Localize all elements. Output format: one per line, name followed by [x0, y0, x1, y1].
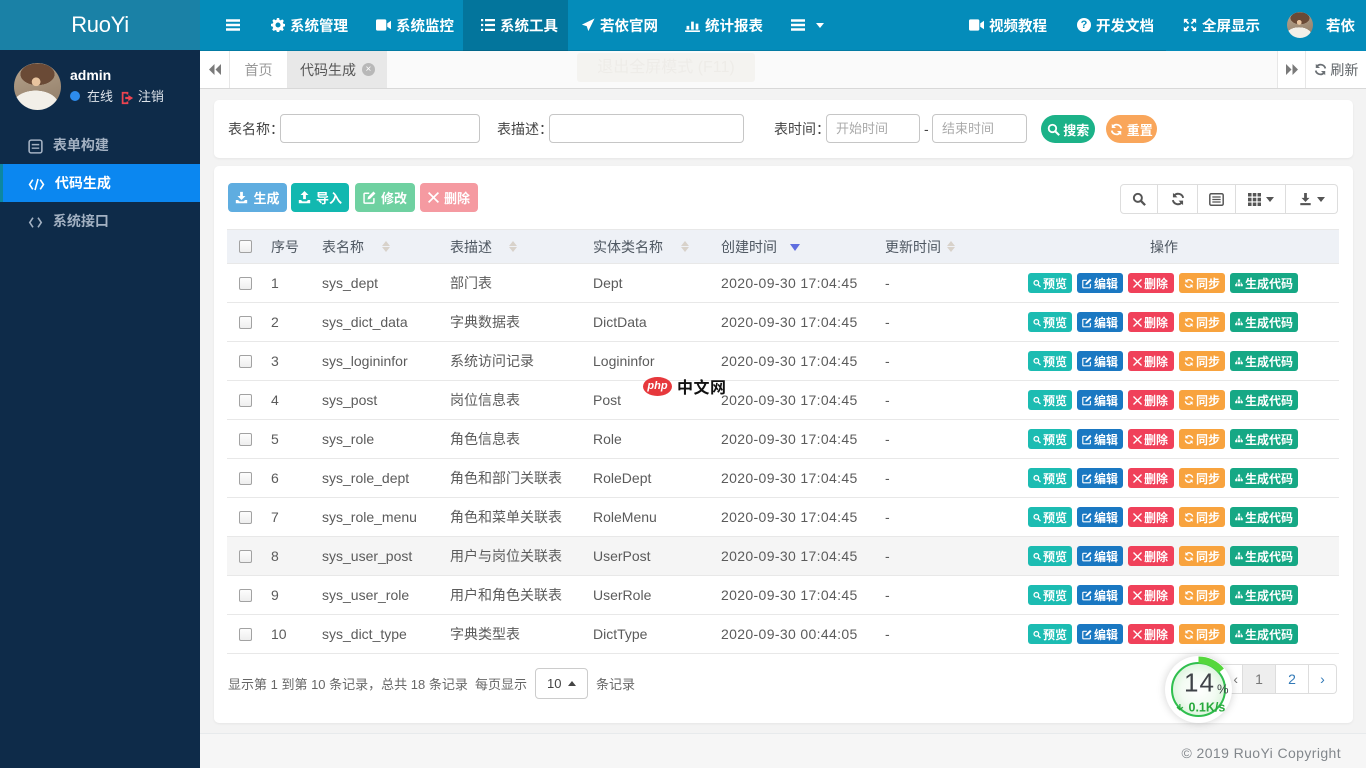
- svg-text:0.1K/s: 0.1K/s: [1189, 701, 1226, 715]
- svg-text:14: 14: [1184, 668, 1215, 698]
- svg-text:%: %: [1217, 682, 1229, 697]
